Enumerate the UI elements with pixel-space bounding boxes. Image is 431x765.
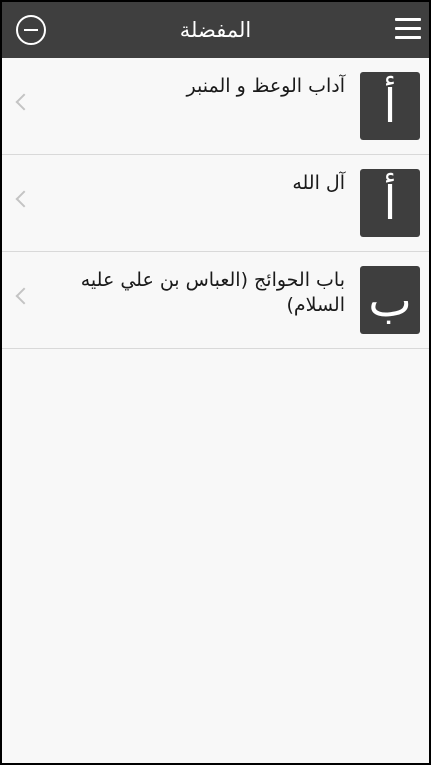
list-item[interactable]: أ آل الله bbox=[2, 155, 429, 252]
app-screen: المفضلة أ آداب الوعظ و المنبر أ آل الله … bbox=[2, 2, 429, 763]
menu-button[interactable] bbox=[395, 18, 421, 40]
favorites-list: أ آداب الوعظ و المنبر أ آل الله ب باب ال… bbox=[2, 58, 429, 349]
letter-tile: أ bbox=[360, 169, 420, 237]
item-title: باب الحوائج (العباس بن علي عليه السلام) bbox=[80, 269, 345, 316]
list-item[interactable]: أ آداب الوعظ و المنبر bbox=[2, 58, 429, 155]
chevron-left-icon bbox=[15, 287, 33, 305]
top-bar: المفضلة bbox=[2, 2, 429, 58]
chevron-left-icon bbox=[15, 190, 33, 208]
item-title: آداب الوعظ و المنبر bbox=[186, 75, 345, 97]
letter-tile: أ bbox=[360, 72, 420, 140]
page-title: المفضلة bbox=[179, 18, 252, 42]
chevron-left-icon bbox=[15, 93, 33, 111]
hamburger-icon bbox=[395, 18, 421, 21]
letter-tile: ب bbox=[360, 266, 420, 334]
list-item[interactable]: ب باب الحوائج (العباس بن علي عليه السلام… bbox=[2, 252, 429, 349]
item-title: آل الله bbox=[292, 172, 345, 194]
